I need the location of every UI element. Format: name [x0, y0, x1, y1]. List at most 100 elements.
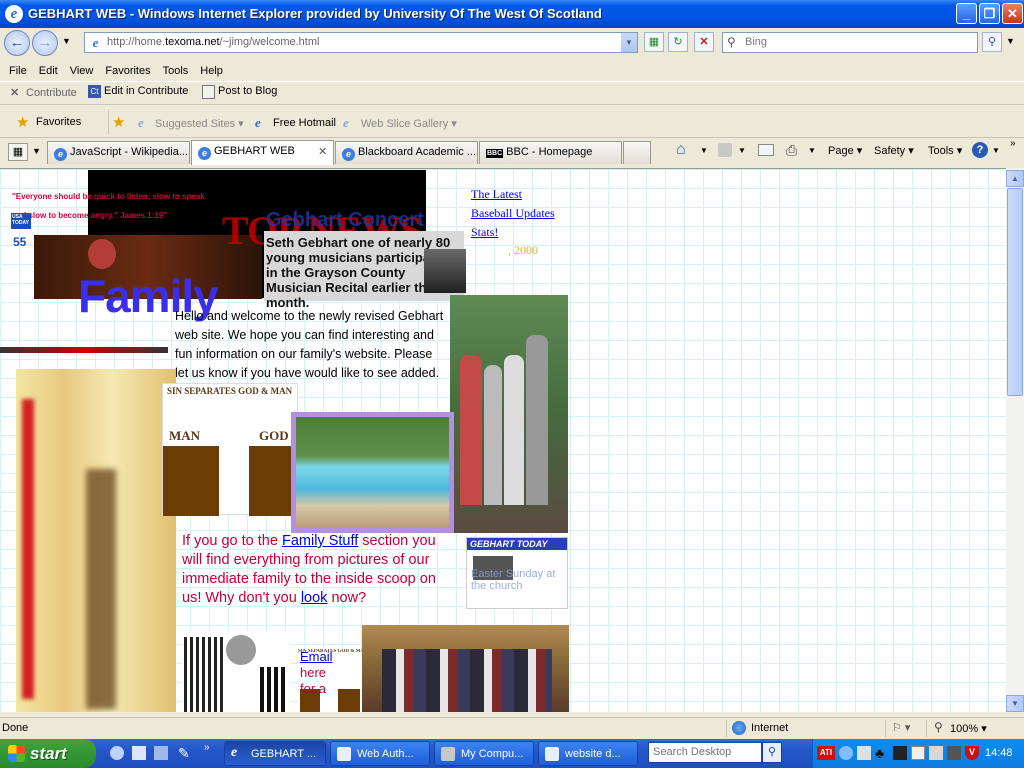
kid-figure	[504, 355, 524, 505]
history-dropdown-icon[interactable]: ▼	[62, 36, 71, 46]
feeds-icon[interactable]	[718, 143, 732, 157]
antivirus-icon[interactable]: V	[965, 746, 979, 760]
status-bar: Done Internet ⚐ ▾ ⚲ 100% ▾	[0, 717, 1024, 739]
tab-bbc[interactable]: BBC BBC - Homepage	[479, 141, 622, 164]
baseball-updates-link[interactable]: Baseball Updates	[471, 204, 555, 223]
page-menu[interactable]: Page ▾	[828, 144, 862, 157]
home-dropdown-icon[interactable]: ▼	[700, 146, 708, 155]
tray-icon[interactable]	[929, 746, 943, 760]
family-stuff-link[interactable]: Family Stuff	[282, 533, 358, 549]
suggested-sites-link[interactable]: Suggested Sites ▾	[155, 117, 244, 130]
search-engine-icon: ⚲	[727, 35, 736, 49]
search-box[interactable]: ⚲ Bing	[722, 32, 978, 53]
menu-file[interactable]: File	[9, 65, 27, 77]
task-gebhart[interactable]: e GEBHART ...	[224, 741, 326, 766]
zoom-level[interactable]: 100% ▾	[950, 722, 987, 735]
windows-logo-icon	[8, 745, 25, 762]
latest-link[interactable]: The Latest	[471, 185, 555, 204]
print-dropdown-icon[interactable]: ▼	[808, 146, 816, 155]
task-my-computer[interactable]: My Compu...	[434, 741, 534, 766]
desktop-search-icon[interactable]: ⚲	[762, 742, 782, 763]
ie-page-icon: e	[198, 147, 211, 160]
tray-icon[interactable]: ♣	[875, 745, 884, 761]
quicklaunch-icon[interactable]	[110, 746, 124, 760]
help-dropdown-icon[interactable]: ▼	[992, 146, 1000, 155]
quicklaunch-icon[interactable]	[154, 746, 168, 760]
quick-tabs-icon[interactable]: ▦	[8, 143, 28, 161]
musicians-photo	[424, 249, 466, 293]
scroll-up-button[interactable]: ▲	[1006, 170, 1024, 187]
stats-link[interactable]: Stats!	[471, 223, 555, 242]
menu-tools[interactable]: Tools	[163, 65, 189, 77]
home-icon[interactable]: ⌂	[676, 141, 686, 159]
forward-button[interactable]: →	[32, 30, 58, 56]
more-commands-icon[interactable]: »	[1010, 138, 1016, 149]
back-button[interactable]: ←	[4, 30, 30, 56]
stop-button[interactable]: ✕	[694, 32, 714, 52]
post-to-blog-button[interactable]: Post to Blog	[218, 85, 277, 97]
maximize-button[interactable]: ❐	[979, 3, 1000, 24]
protected-mode-icon[interactable]: ⚐ ▾	[892, 721, 910, 734]
tray-icon[interactable]	[839, 746, 853, 760]
feeds-dropdown-icon[interactable]: ▼	[738, 146, 746, 155]
tab-gebhart-web[interactable]: e GEBHART WEB ✕	[191, 140, 334, 165]
refresh-button[interactable]: ↻	[668, 32, 688, 52]
scroll-thumb[interactable]	[1007, 188, 1023, 396]
menu-edit[interactable]: Edit	[39, 65, 58, 77]
zone-text: Internet	[751, 722, 789, 734]
menu-favorites[interactable]: Favorites	[105, 65, 150, 77]
task-label: website d...	[565, 748, 621, 760]
address-dropdown-icon[interactable]: ▼	[621, 33, 637, 52]
tray-icon[interactable]	[857, 746, 871, 760]
free-hotmail-link[interactable]: Free Hotmail	[273, 117, 336, 129]
ati-icon[interactable]: ATI	[817, 746, 835, 760]
add-favorites-icon[interactable]: ★	[112, 113, 125, 131]
tray-icon[interactable]	[893, 746, 907, 760]
close-button[interactable]: ✕	[1002, 3, 1023, 24]
contribute-button[interactable]: Contribute	[26, 87, 77, 99]
favorites-button[interactable]: Favorites	[36, 116, 81, 128]
quicklaunch-icon[interactable]	[132, 746, 146, 760]
tools-menu[interactable]: Tools ▾	[928, 144, 962, 157]
new-tab-button[interactable]	[623, 141, 651, 164]
tab-list-dropdown-icon[interactable]: ▼	[32, 146, 41, 156]
tray-icon[interactable]	[947, 746, 961, 760]
tab-javascript-wikipedia[interactable]: e JavaScript - Wikipedia...	[47, 141, 190, 164]
read-mail-icon[interactable]	[758, 144, 774, 156]
network-icon[interactable]	[911, 746, 925, 760]
address-field[interactable]: e http://home.texoma.net/~jimg/welcome.h…	[84, 32, 638, 53]
help-icon[interactable]: ?	[972, 142, 988, 158]
desktop-search-input[interactable]: Search Desktop	[648, 742, 762, 763]
email-link[interactable]: Email	[300, 649, 333, 665]
compatibility-view-button[interactable]: ▦	[644, 32, 664, 52]
address-text: http://home.texoma.net/~jimg/welcome.htm…	[107, 36, 320, 48]
search-icon[interactable]: ⚲	[982, 32, 1002, 52]
close-tab-icon[interactable]: ✕	[318, 145, 327, 158]
scroll-down-button[interactable]: ▼	[1006, 695, 1024, 712]
gebhart-today-newsletter[interactable]: GEBHART TODAY Easter Sunday at the churc…	[466, 537, 568, 609]
search-options-icon[interactable]: ▼	[1006, 36, 1015, 46]
safety-menu[interactable]: Safety ▾	[874, 144, 914, 157]
family-stuff-text: If you go to the	[182, 533, 282, 549]
quicklaunch-expand-icon[interactable]: »	[204, 742, 210, 753]
newsletter-masthead: GEBHART TODAY	[467, 538, 567, 550]
clock[interactable]: 14:48	[985, 747, 1013, 759]
look-link[interactable]: look	[301, 590, 328, 606]
quicklaunch-icon[interactable]: ✎	[178, 745, 190, 762]
contribute-x-icon: ✕	[10, 87, 20, 99]
menu-view[interactable]: View	[70, 65, 94, 77]
tab-blackboard[interactable]: e Blackboard Academic ...	[335, 141, 478, 164]
minimize-button[interactable]: _	[956, 3, 977, 24]
tab-label: Blackboard Academic ...	[358, 146, 477, 158]
zoom-icon: ⚲	[934, 720, 943, 734]
task-website-doc[interactable]: website d...	[538, 741, 638, 766]
ie-logo-icon: e	[5, 5, 23, 23]
print-icon[interactable]: ⎙	[786, 142, 797, 159]
word-icon	[337, 747, 351, 761]
edit-in-contribute-button[interactable]: Edit in Contribute	[104, 85, 188, 97]
task-web-auth[interactable]: Web Auth...	[330, 741, 430, 766]
post-blog-icon	[202, 85, 215, 99]
pool-photo-frame	[291, 412, 454, 533]
web-slice-gallery-link[interactable]: Web Slice Gallery ▾	[361, 117, 457, 130]
menu-help[interactable]: Help	[200, 65, 223, 77]
